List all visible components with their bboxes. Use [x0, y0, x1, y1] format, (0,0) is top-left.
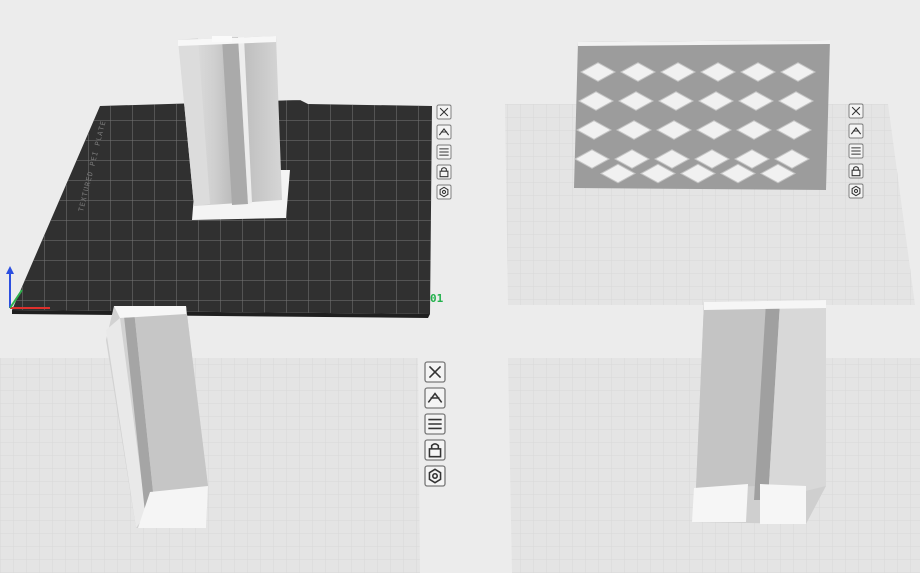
plate-03-lock-button[interactable]: [424, 439, 446, 461]
plate-03-settings-button[interactable]: [424, 465, 446, 487]
plate-03-close-button[interactable]: [424, 361, 446, 383]
plate-04-object[interactable]: [692, 300, 826, 524]
plate-01-close-button[interactable]: [436, 104, 452, 120]
plate-03-slice-plate-button[interactable]: [424, 413, 446, 435]
plate-01[interactable]: TEXTURED PEI PLATE 01: [12, 36, 444, 318]
plate-01-slice-plate-button[interactable]: [436, 144, 452, 160]
plate-03-arrange-button[interactable]: [424, 387, 446, 409]
plate-02-toolbar: [848, 103, 864, 199]
plate-02-lock-button[interactable]: [848, 163, 864, 179]
plate-02-settings-button[interactable]: [848, 183, 864, 199]
plate-03-toolbar: [424, 361, 446, 487]
plate-01-lock-button[interactable]: [436, 164, 452, 180]
plate-03[interactable]: [0, 358, 420, 573]
plate-02-arrange-button[interactable]: [848, 123, 864, 139]
3d-viewport[interactable]: TEXTURED PEI PLATE 01: [0, 0, 920, 573]
plate-01-settings-button[interactable]: [436, 184, 452, 200]
plate-02-close-button[interactable]: [848, 103, 864, 119]
plate-01-arrange-button[interactable]: [436, 124, 452, 140]
plate-03-grid: [0, 358, 420, 573]
plate-01-toolbar: [436, 104, 452, 200]
plate-02-object[interactable]: [573, 40, 830, 190]
plate-01-number-label: 01: [430, 292, 444, 305]
plate-01-object[interactable]: [178, 36, 282, 206]
plate-02-slice-plate-button[interactable]: [848, 143, 864, 159]
z-axis-arrow: [6, 266, 14, 274]
